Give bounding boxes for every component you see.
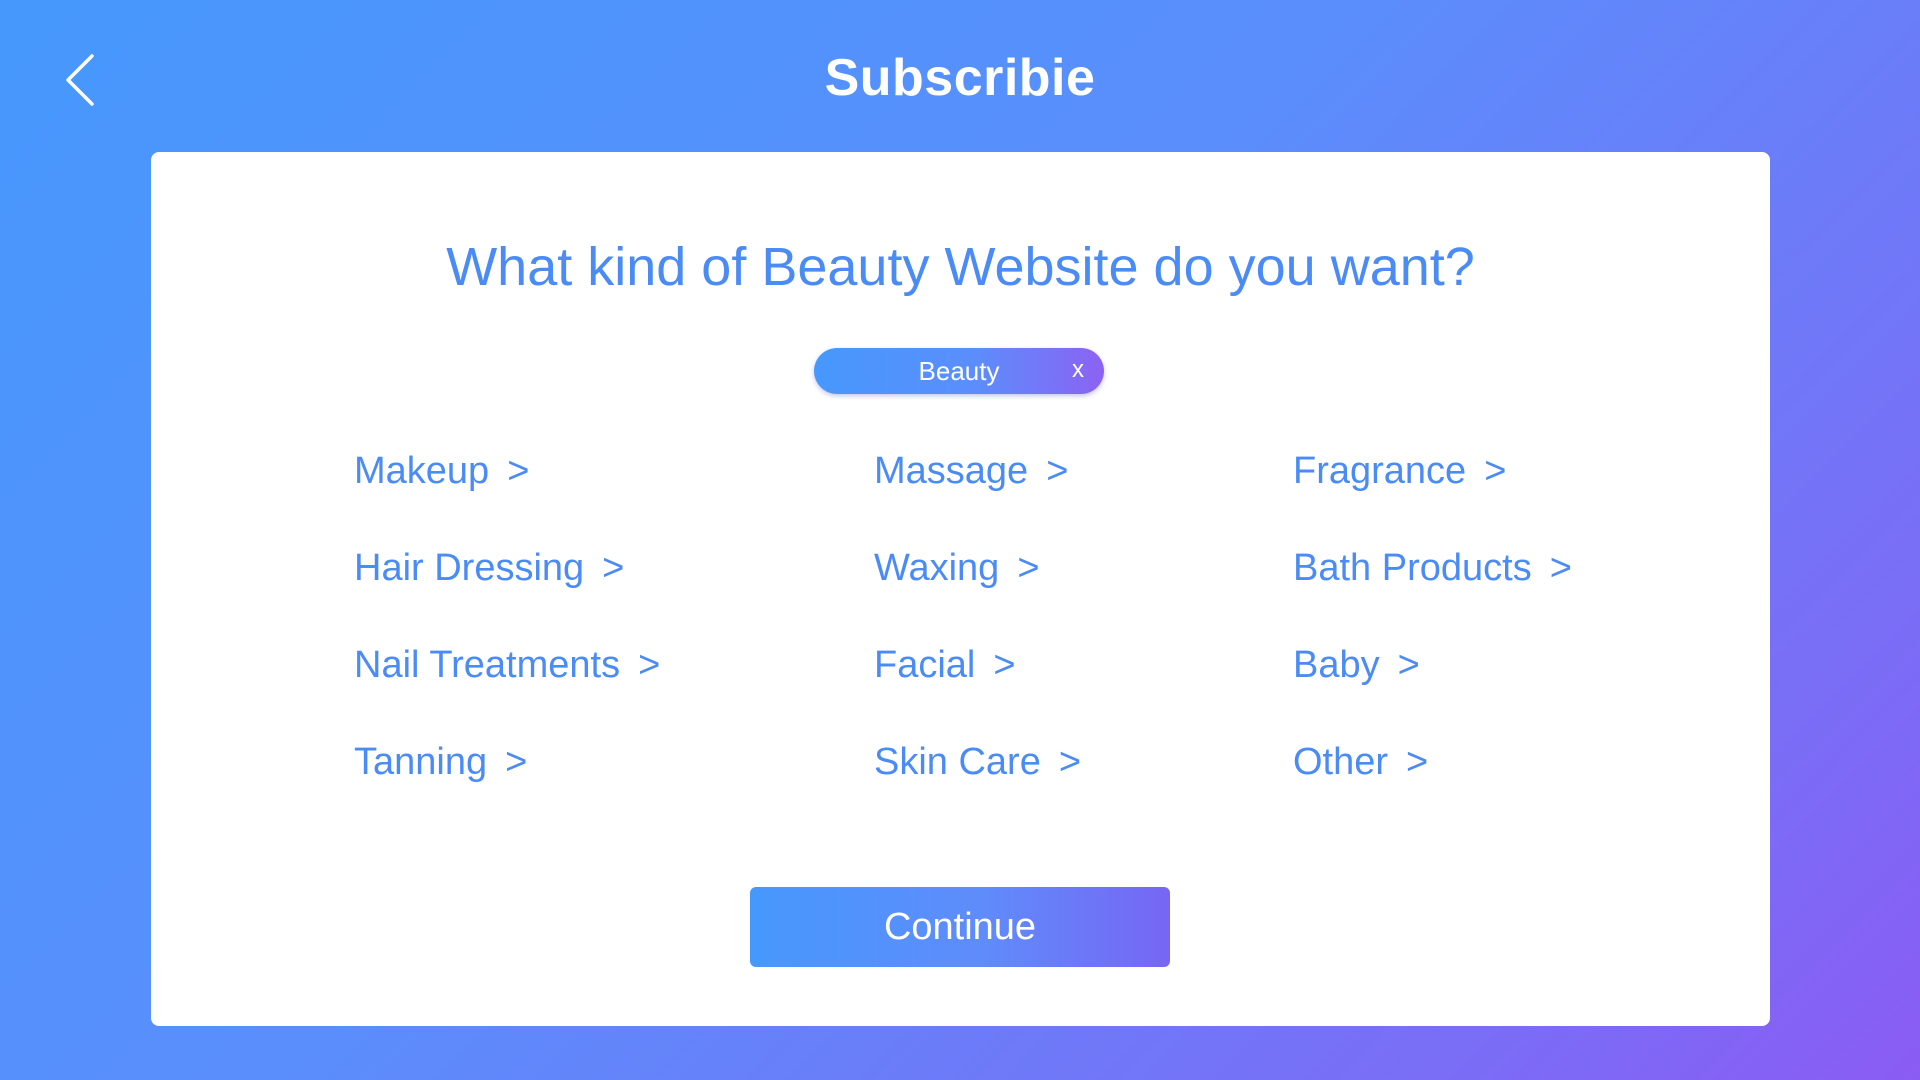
chevron-right-icon: > — [1058, 741, 1082, 783]
category-label: Nail Treatments — [354, 644, 621, 686]
chip-remove-button[interactable]: x — [1072, 356, 1084, 384]
category-label: Fragrance — [1293, 450, 1467, 492]
category-card: What kind of Beauty Website do you want?… — [151, 152, 1770, 1026]
category-massage[interactable]: Massage > — [874, 448, 1068, 494]
question-heading: What kind of Beauty Website do you want? — [446, 237, 1475, 297]
category-label: Hair Dressing — [354, 547, 585, 589]
chevron-right-icon: > — [1017, 547, 1040, 589]
category-skin-care[interactable]: Skin Care > — [874, 739, 1081, 785]
category-label: Tanning — [354, 741, 488, 783]
category-nail-treatments[interactable]: Nail Treatments > — [354, 642, 660, 688]
category-bath-products[interactable]: Bath Products > — [1293, 545, 1572, 591]
category-baby[interactable]: Baby > — [1293, 642, 1420, 688]
category-label: Bath Products — [1293, 547, 1532, 589]
continue-button[interactable]: Continue — [750, 887, 1170, 967]
category-grid: Makeup > Hair Dressing > Nail Treatments > … — [151, 448, 1770, 848]
category-label: Facial — [874, 644, 976, 686]
selected-chip-beauty[interactable]: Beauty x — [814, 348, 1104, 394]
chevron-right-icon: > — [1549, 547, 1572, 589]
category-tanning[interactable]: Tanning > — [354, 739, 527, 785]
app-title: Subscribie — [824, 49, 1096, 107]
category-makeup[interactable]: Makeup > — [354, 448, 529, 494]
category-label: Massage — [874, 450, 1029, 492]
category-fragrance[interactable]: Fragrance > — [1293, 448, 1506, 494]
chevron-right-icon: > — [1046, 450, 1069, 492]
category-label: Other — [1293, 741, 1389, 783]
category-waxing[interactable]: Waxing > — [874, 545, 1040, 591]
chip-label: Beauty — [918, 356, 1000, 386]
chevron-right-icon: > — [993, 644, 1016, 686]
category-other[interactable]: Other > — [1293, 739, 1428, 785]
chevron-right-icon: > — [1484, 450, 1507, 492]
chevron-right-icon: > — [602, 547, 625, 589]
category-label: Waxing — [874, 547, 1000, 589]
category-label: Skin Care — [874, 741, 1041, 783]
category-facial[interactable]: Facial > — [874, 642, 1016, 688]
category-hair-dressing[interactable]: Hair Dressing > — [354, 545, 624, 591]
chevron-right-icon: > — [1397, 644, 1420, 686]
category-label: Makeup — [354, 450, 490, 492]
chevron-right-icon: > — [1406, 741, 1429, 783]
chevron-right-icon: > — [638, 644, 661, 686]
category-label: Baby — [1293, 644, 1380, 686]
chevron-right-icon: > — [507, 450, 530, 492]
chevron-right-icon: > — [505, 741, 528, 783]
